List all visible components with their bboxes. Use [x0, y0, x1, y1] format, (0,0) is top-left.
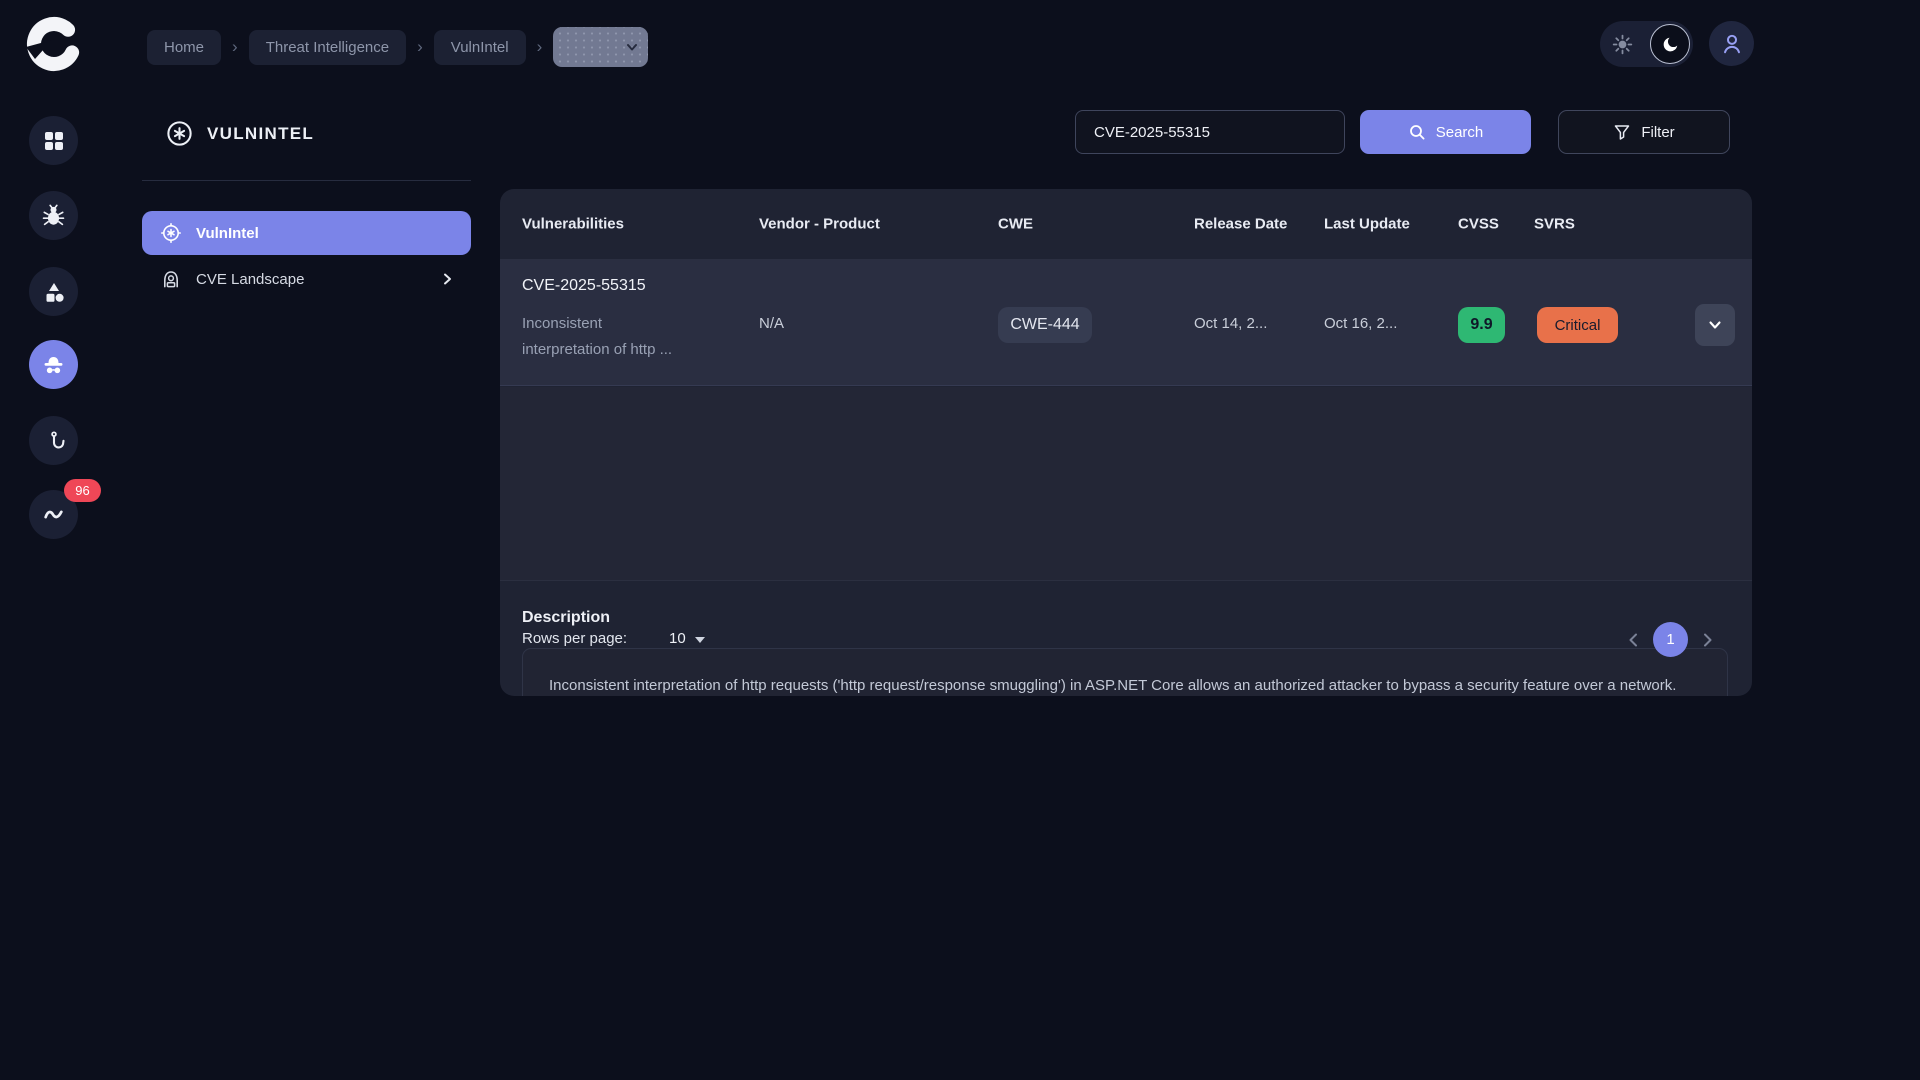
description-box: Inconsistent interpretation of http requ… [522, 648, 1728, 696]
last-update-value: Oct 16, 2... [1324, 315, 1397, 332]
filter-button[interactable]: Filter [1558, 110, 1730, 154]
pagination-controls: 1 [1627, 622, 1714, 657]
hook-icon [43, 430, 65, 452]
rail-dashboard-button[interactable] [29, 116, 78, 165]
breadcrumb-separator: › [537, 37, 543, 57]
rail-threat-intelligence-button[interactable] [29, 340, 78, 389]
cve-id[interactable]: CVE-2025-55315 [522, 277, 646, 295]
cve-summary: Inconsistent interpretation of http ... [522, 311, 672, 363]
subnav-label-cve-landscape: CVE Landscape [196, 271, 304, 288]
breadcrumb-page-dropdown[interactable] [553, 27, 648, 67]
breadcrumb-vulnintel[interactable]: VulnIntel [434, 30, 526, 65]
breadcrumb-separator: › [232, 37, 238, 57]
subnav-divider [142, 180, 471, 181]
rail-bug-button[interactable] [29, 191, 78, 240]
row-expand-button[interactable] [1695, 304, 1735, 346]
notification-count-badge: 96 [64, 479, 101, 502]
page-number-button[interactable]: 1 [1653, 622, 1688, 657]
vulnintel-module-icon [165, 119, 194, 148]
next-page-button[interactable] [1701, 632, 1714, 648]
rail-phishing-button[interactable] [29, 416, 78, 465]
rows-per-page-select[interactable]: 10 [669, 630, 705, 647]
shapes-icon [43, 281, 65, 303]
table-header-row: Vulnerabilities Vendor - Product CWE Rel… [500, 189, 1752, 260]
cwe-badge: CWE-444 [998, 307, 1092, 343]
col-svrs: SVRS [1534, 216, 1575, 233]
shark-logo-icon [24, 14, 84, 74]
brand-logo[interactable] [24, 14, 84, 74]
filter-button-label: Filter [1641, 124, 1674, 141]
vulnerability-table-panel: Vulnerabilities Vendor - Product CWE Rel… [500, 189, 1752, 696]
col-cwe: CWE [998, 216, 1033, 233]
release-date-value: Oct 14, 2... [1194, 315, 1267, 332]
rows-per-page-label: Rows per page: [522, 630, 627, 647]
sun-icon[interactable] [1612, 34, 1633, 55]
wave-icon [41, 502, 66, 527]
search-icon [1408, 123, 1426, 141]
pagination-divider [500, 580, 1752, 581]
bug-icon [42, 204, 65, 227]
subnav-item-cve-landscape[interactable]: CVE Landscape [142, 257, 471, 301]
page-title-text: VULNINTEL [207, 124, 314, 144]
col-cvss: CVSS [1458, 216, 1499, 233]
chevron-right-icon [440, 272, 454, 286]
col-release-date: Release Date [1194, 216, 1287, 233]
hacker-icon [159, 267, 183, 291]
breadcrumb-home[interactable]: Home [147, 30, 221, 65]
cve-search-input[interactable] [1075, 110, 1345, 154]
cvss-score-badge: 9.9 [1458, 307, 1505, 343]
previous-page-button[interactable] [1627, 632, 1640, 648]
grid-icon [43, 130, 65, 152]
virus-icon [159, 221, 183, 245]
theme-toggle[interactable] [1600, 21, 1693, 67]
user-avatar-button[interactable] [1709, 21, 1754, 66]
person-icon [1720, 32, 1744, 56]
chevron-down-icon [625, 40, 639, 54]
page-title: VULNINTEL [165, 119, 314, 148]
breadcrumb-threat-intelligence[interactable]: Threat Intelligence [249, 30, 406, 65]
rail-assets-button[interactable] [29, 267, 78, 316]
caret-down-icon [695, 637, 705, 643]
filter-funnel-icon [1613, 123, 1631, 141]
rows-per-page-value: 10 [669, 630, 686, 647]
col-vulnerabilities: Vulnerabilities [522, 216, 624, 233]
search-button-label: Search [1436, 124, 1484, 141]
breadcrumb: Home › Threat Intelligence › VulnIntel › [147, 24, 648, 70]
moon-icon [1661, 35, 1680, 54]
table-row[interactable]: CVE-2025-55315 Inconsistent interpretati… [500, 260, 1752, 386]
row-detail-region: Description Inconsistent interpretation … [500, 387, 1752, 580]
breadcrumb-separator: › [417, 37, 423, 57]
col-vendor-product: Vendor - Product [759, 216, 880, 233]
col-last-update: Last Update [1324, 216, 1410, 233]
description-heading: Description [522, 609, 610, 627]
chevron-down-icon [1706, 316, 1724, 334]
svrs-badge: Critical [1537, 307, 1618, 343]
subnav-label-vulnintel: VulnIntel [196, 225, 259, 242]
vendor-product-value: N/A [759, 315, 784, 332]
dark-mode-selected[interactable] [1650, 24, 1690, 64]
subnav-item-vulnintel[interactable]: VulnIntel [142, 211, 471, 255]
search-button[interactable]: Search [1360, 110, 1531, 154]
spy-icon [41, 352, 66, 377]
